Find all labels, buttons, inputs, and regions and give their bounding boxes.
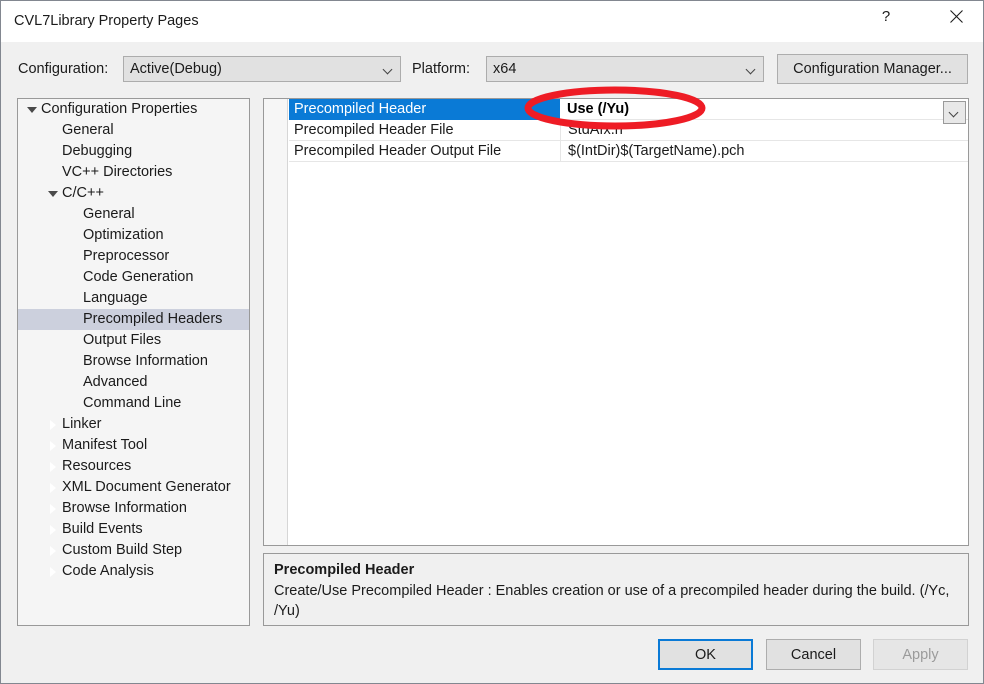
tree-item-debugging[interactable]: Debugging	[18, 141, 249, 162]
property-row[interactable]: Precompiled Header File StdAfx.h	[289, 120, 968, 141]
window-title: CVL7Library Property Pages	[14, 13, 199, 29]
property-row[interactable]: Precompiled Header Use (/Yu)	[289, 99, 968, 124]
close-button[interactable]	[933, 1, 979, 32]
property-name: Precompiled Header Output File	[294, 143, 502, 159]
tree-item-label: Resources	[62, 458, 132, 474]
tree-item-label: Code Generation	[83, 269, 194, 285]
tree-item-label: XML Document Generator	[62, 479, 231, 495]
triangle-right-icon[interactable]	[45, 540, 61, 561]
tree-item-label: VC++ Directories	[62, 164, 173, 180]
tree-item-command-line[interactable]: Command Line	[18, 393, 249, 414]
triangle-right-icon[interactable]	[45, 435, 61, 456]
grid-gutter	[264, 99, 288, 545]
tree-item-code-generation[interactable]: Code Generation	[18, 267, 249, 288]
tree-item-linker[interactable]: Linker	[18, 414, 249, 435]
tree-item-label: General	[62, 122, 114, 138]
tree-item-label: Debugging	[62, 143, 133, 159]
tree-item-configuration-properties[interactable]: Configuration Properties	[18, 99, 249, 120]
tree-item-custom-build-step[interactable]: Custom Build Step	[18, 540, 249, 561]
platform-label: Platform:	[412, 61, 471, 77]
tree-item-preprocessor[interactable]: Preprocessor	[18, 246, 249, 267]
tree-item-xml-document-generator[interactable]: XML Document Generator	[18, 477, 249, 498]
tree-item-label: Linker	[62, 416, 102, 432]
triangle-right-icon[interactable]	[45, 477, 61, 498]
tree-item-language[interactable]: Language	[18, 288, 249, 309]
tree-item-label: Build Events	[62, 521, 143, 537]
tree-item-label: Custom Build Step	[62, 542, 183, 558]
tree-item-label: Optimization	[83, 227, 164, 243]
tree-item-browse-information[interactable]: Browse Information	[18, 498, 249, 519]
property-row[interactable]: Precompiled Header Output File $(IntDir)$…	[289, 141, 968, 162]
tree-item-vc-directories[interactable]: VC++ Directories	[18, 162, 249, 183]
property-grid[interactable]: Precompiled Header Use (/Yu) Precompiled H…	[263, 98, 969, 546]
tree-item-precompiled-headers[interactable]: Precompiled Headers	[18, 309, 249, 330]
property-description-panel: Precompiled Header Create/Use Precompile…	[263, 553, 969, 626]
tree-item-label: General	[83, 206, 135, 222]
tree-item-output-files[interactable]: Output Files	[18, 330, 249, 351]
configuration-value: Active(Debug)	[130, 61, 222, 77]
configuration-manager-button[interactable]: Configuration Manager...	[777, 54, 968, 84]
apply-button: Apply	[873, 639, 968, 670]
platform-value: x64	[493, 61, 517, 77]
property-value[interactable]: StdAfx.h	[560, 120, 968, 141]
tree-item-label: Precompiled Headers	[83, 311, 223, 327]
chevron-down-icon	[376, 65, 400, 74]
cancel-button[interactable]: Cancel	[766, 639, 861, 670]
tree-item-label: Browse Information	[83, 353, 208, 369]
tree-item-optimization[interactable]: Optimization	[18, 225, 249, 246]
tree-item-c-c[interactable]: C/C++	[18, 183, 249, 204]
property-name: Precompiled Header	[289, 99, 560, 120]
tree-item-manifest-tool[interactable]: Manifest Tool	[18, 435, 249, 456]
tree-item-label: Language	[83, 290, 148, 306]
triangle-right-icon[interactable]	[45, 498, 61, 519]
tree-item-label: Output Files	[83, 332, 162, 348]
chevron-down-icon	[950, 108, 959, 117]
title-bar: CVL7Library Property Pages ?	[1, 1, 983, 42]
tree-item-resources[interactable]: Resources	[18, 456, 249, 477]
triangle-right-icon[interactable]	[45, 456, 61, 477]
triangle-down-icon[interactable]	[45, 183, 61, 204]
help-button[interactable]: ?	[863, 1, 909, 32]
tree-item-label: C/C++	[62, 185, 104, 201]
ok-button[interactable]: OK	[658, 639, 753, 670]
configuration-label: Configuration:	[18, 61, 109, 77]
tree-item-label: Browse Information	[62, 500, 187, 516]
triangle-right-icon[interactable]	[45, 519, 61, 540]
configuration-dropdown[interactable]: Active(Debug)	[123, 56, 401, 82]
tree-item-code-analysis[interactable]: Code Analysis	[18, 561, 249, 582]
property-name: Precompiled Header File	[294, 122, 454, 138]
triangle-down-icon[interactable]	[24, 99, 40, 120]
tree-item-label: Preprocessor	[83, 248, 170, 264]
tree-item-browse-information[interactable]: Browse Information	[18, 351, 249, 372]
triangle-right-icon[interactable]	[45, 414, 61, 435]
question-mark-icon: ?	[881, 8, 891, 25]
tree-item-label: Configuration Properties	[41, 101, 198, 117]
tree-item-general[interactable]: General	[18, 204, 249, 225]
tree-item-label: Advanced	[83, 374, 148, 390]
tree-item-label: Command Line	[83, 395, 182, 411]
property-pages-dialog: CVL7Library Property Pages ? Configurati…	[0, 0, 984, 684]
property-value[interactable]: $(IntDir)$(TargetName).pch	[560, 141, 968, 162]
triangle-right-icon[interactable]	[45, 561, 61, 582]
property-value[interactable]: Use (/Yu)	[560, 99, 968, 120]
tree-item-advanced[interactable]: Advanced	[18, 372, 249, 393]
tree-item-label: Manifest Tool	[62, 437, 148, 453]
platform-dropdown[interactable]: x64	[486, 56, 764, 82]
description-title: Precompiled Header	[274, 562, 415, 578]
tree-item-build-events[interactable]: Build Events	[18, 519, 249, 540]
tree-item-general[interactable]: General	[18, 120, 249, 141]
tree-item-label: Code Analysis	[62, 563, 154, 579]
description-body: Create/Use Precompiled Header : Enables …	[274, 583, 950, 619]
close-x-icon	[949, 10, 963, 23]
configuration-properties-tree[interactable]: Configuration Properties General Debugging…	[17, 98, 250, 626]
chevron-down-icon	[739, 65, 763, 74]
